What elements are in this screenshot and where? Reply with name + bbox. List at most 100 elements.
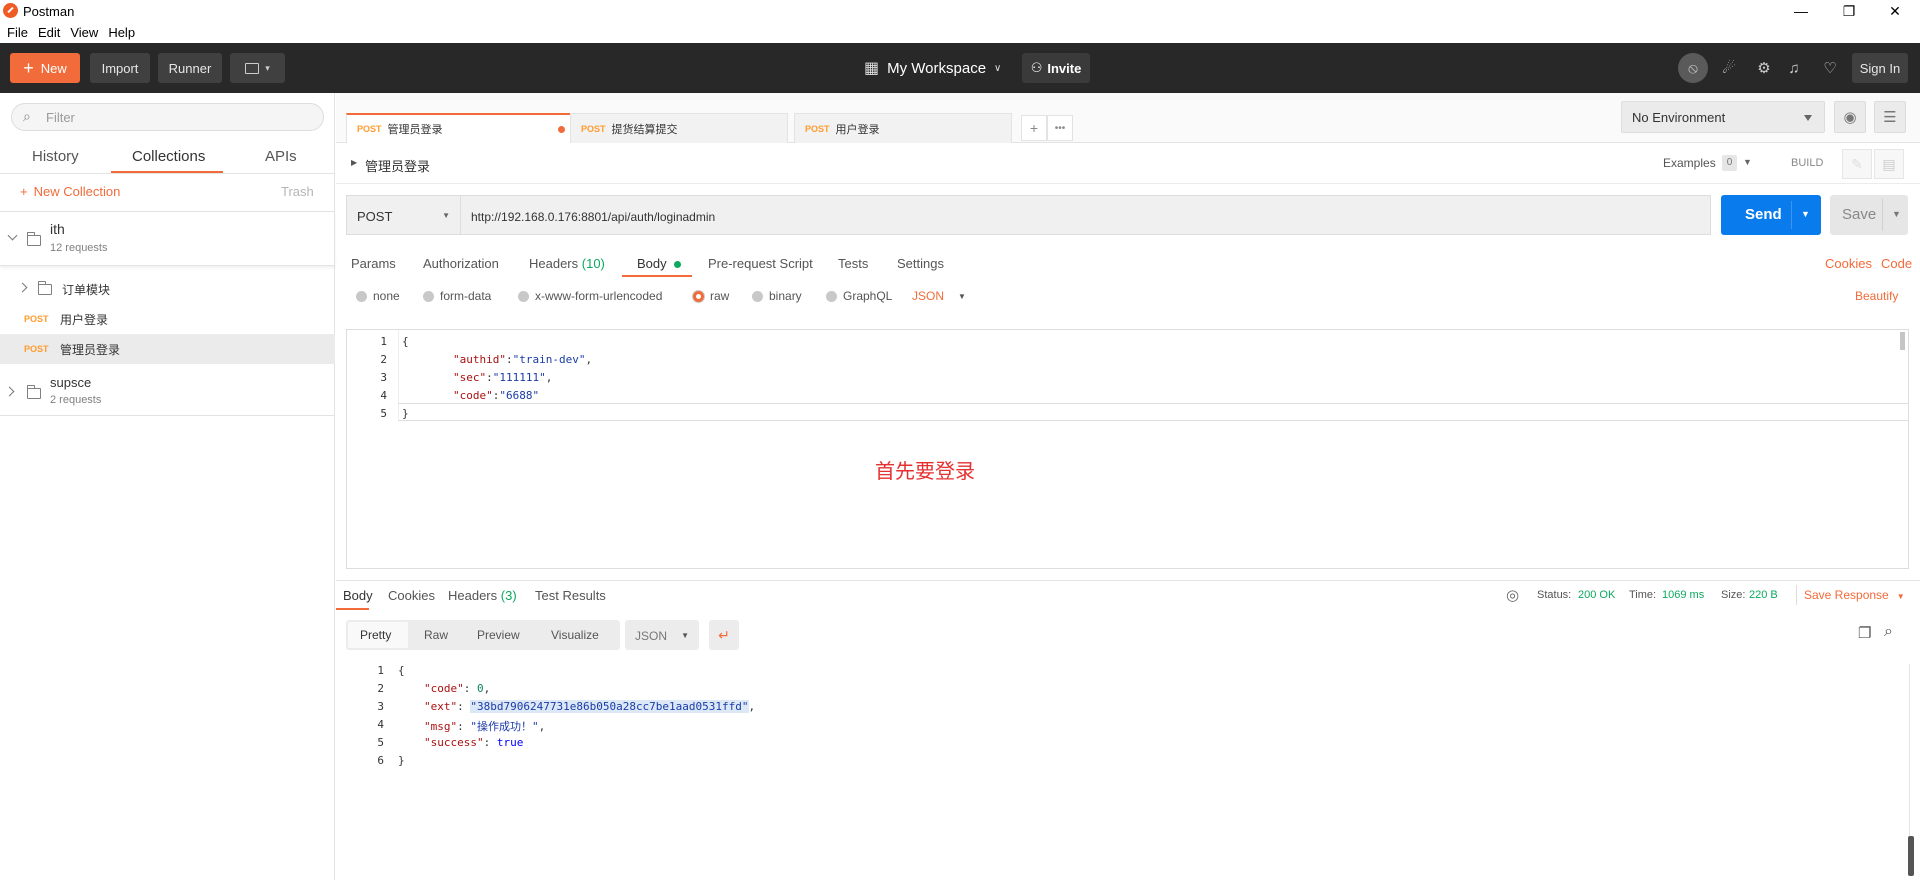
request-tab-active[interactable]: POST 管理员登录: [346, 113, 574, 143]
tab-params[interactable]: Params: [351, 256, 396, 271]
request-item[interactable]: POST 用户登录: [0, 304, 335, 334]
collection-item[interactable]: ith 12 requests: [0, 212, 335, 266]
send-button[interactable]: Send ▼: [1721, 195, 1821, 235]
tab-pre-request-script[interactable]: Pre-request Script: [708, 256, 813, 271]
save-button[interactable]: Save ▼: [1830, 195, 1908, 235]
chevron-down-icon: ∨: [994, 62, 1002, 74]
environment-select[interactable]: No Environment: [1621, 101, 1825, 133]
beautify-link[interactable]: Beautify: [1855, 289, 1898, 303]
trash-link[interactable]: Trash: [281, 184, 314, 199]
body-type-form-data[interactable]: form-data: [423, 289, 491, 303]
minimize-icon[interactable]: —: [1778, 0, 1824, 22]
cookies-link[interactable]: Cookies: [1825, 256, 1872, 271]
line-number: 4: [377, 718, 384, 731]
collection-item[interactable]: supsce 2 requests: [0, 364, 335, 416]
new-button[interactable]: + New: [10, 53, 80, 83]
new-collection-button[interactable]: + New Collection: [20, 184, 120, 199]
line-number: 2: [380, 353, 387, 366]
build-mode-label[interactable]: BUILD: [1791, 157, 1823, 169]
close-icon[interactable]: ✕: [1872, 0, 1918, 22]
workspace-switcher[interactable]: ▦ My Workspace ∨: [864, 56, 1001, 80]
add-tab-button[interactable]: +: [1021, 115, 1047, 141]
settings-gear-icon[interactable]: ⚙: [1749, 53, 1779, 83]
environment-quick-look-button[interactable]: ◉: [1834, 101, 1866, 133]
request-item-active[interactable]: POST 管理员登录: [0, 334, 335, 364]
body-format-select[interactable]: JSON ▼: [912, 289, 966, 303]
response-tab-cookies[interactable]: Cookies: [388, 588, 435, 603]
caret-right-icon[interactable]: ▶: [351, 158, 357, 167]
code-link[interactable]: Code: [1881, 256, 1912, 271]
examples-label[interactable]: Examples: [1663, 156, 1716, 170]
examples-count-badge: 0: [1722, 155, 1737, 171]
heart-icon[interactable]: ♡: [1815, 53, 1845, 83]
line-number: 1: [377, 664, 384, 677]
response-tab-headers[interactable]: Headers (3): [448, 588, 517, 603]
request-title[interactable]: 管理员登录: [365, 156, 430, 175]
wrap-lines-button[interactable]: ↵: [709, 620, 739, 650]
new-window-button[interactable]: ▾: [230, 53, 285, 83]
scrollbar[interactable]: [1908, 836, 1914, 876]
body-type-binary[interactable]: binary: [752, 289, 802, 303]
sync-off-icon[interactable]: ⦸: [1678, 53, 1708, 83]
tab-settings[interactable]: Settings: [897, 256, 944, 271]
tab-authorization[interactable]: Authorization: [423, 256, 499, 271]
method-select[interactable]: POST ▼: [346, 195, 460, 235]
request-body-editor[interactable]: 1 { 2 "authid":"train-dev", 3 "sec":"111…: [346, 329, 1909, 569]
view-visualize[interactable]: Visualize: [551, 628, 599, 642]
menu-file[interactable]: File: [7, 25, 28, 40]
tab-body[interactable]: Body: [637, 256, 682, 271]
runner-button[interactable]: Runner: [158, 53, 222, 83]
view-raw[interactable]: Raw: [424, 628, 448, 642]
menu-bar: File Edit View Help: [0, 22, 1920, 43]
import-button[interactable]: Import: [90, 53, 150, 83]
edit-pencil-icon[interactable]: ✎: [1842, 149, 1872, 179]
filter-input[interactable]: ⌕ Filter: [11, 103, 324, 131]
response-format-select[interactable]: JSON ▼: [625, 620, 699, 650]
view-preview[interactable]: Preview: [477, 628, 520, 642]
manage-environments-button[interactable]: ☰: [1874, 101, 1906, 133]
comments-icon[interactable]: ▤: [1874, 149, 1904, 179]
radio-icon: [752, 290, 763, 302]
url-input[interactable]: http://192.168.0.176:8801/api/auth/login…: [460, 195, 1711, 235]
scrollbar[interactable]: [1900, 332, 1905, 350]
body-type-raw[interactable]: raw: [693, 289, 729, 303]
response-tab-body[interactable]: Body: [343, 588, 373, 603]
tab-headers[interactable]: Headers (10): [529, 256, 605, 271]
response-tab-test-results[interactable]: Test Results: [535, 588, 606, 603]
search-icon: ⌕: [23, 108, 31, 124]
request-tab[interactable]: POST 用户登录: [794, 113, 1012, 143]
more-tabs-button[interactable]: •••: [1047, 115, 1073, 141]
search-icon[interactable]: ⌕: [1884, 623, 1893, 641]
request-tabs-bar: POST 管理员登录 POST 提货结算提交 POST 用户登录 + ••• N…: [336, 93, 1920, 143]
folder-item[interactable]: 订单模块: [0, 274, 335, 304]
caret-down-icon: ▼: [1892, 209, 1901, 219]
satellite-icon[interactable]: ☄: [1714, 53, 1744, 83]
tab-history[interactable]: History: [32, 148, 79, 165]
body-type-none[interactable]: none: [356, 289, 400, 303]
tab-tests[interactable]: Tests: [838, 256, 868, 271]
menu-view[interactable]: View: [70, 25, 98, 40]
caret-down-icon[interactable]: ▼: [1743, 157, 1752, 167]
body-type-urlencoded[interactable]: x-www-form-urlencoded: [518, 289, 662, 303]
menu-help[interactable]: Help: [108, 25, 135, 40]
tab-apis[interactable]: APIs: [265, 148, 297, 165]
request-tab[interactable]: POST 提货结算提交: [570, 113, 788, 143]
tab-collections[interactable]: Collections: [132, 148, 205, 165]
window-title: Postman: [23, 4, 75, 19]
invite-button[interactable]: ⚇ Invite: [1022, 53, 1090, 83]
method-badge: POST: [24, 314, 49, 324]
folder-name: 订单模块: [62, 283, 111, 297]
body-type-graphql[interactable]: GraphQL: [826, 289, 892, 303]
restore-icon[interactable]: ❐: [1826, 0, 1872, 22]
sign-in-button[interactable]: Sign In: [1852, 53, 1908, 83]
globe-icon[interactable]: ◎: [1506, 586, 1519, 604]
notification-bell-icon[interactable]: ♫: [1779, 53, 1809, 83]
caret-down-icon: ▼: [1801, 209, 1810, 219]
view-pretty[interactable]: Pretty: [360, 628, 391, 642]
code-line: }: [398, 754, 405, 767]
menu-edit[interactable]: Edit: [38, 25, 60, 40]
save-response-button[interactable]: Save Response ▼: [1804, 588, 1905, 602]
caret-down-icon: ▼: [1896, 592, 1905, 601]
response-view-tabs: Pretty Raw Preview Visualize: [346, 620, 620, 650]
copy-icon[interactable]: ❐: [1858, 624, 1871, 642]
